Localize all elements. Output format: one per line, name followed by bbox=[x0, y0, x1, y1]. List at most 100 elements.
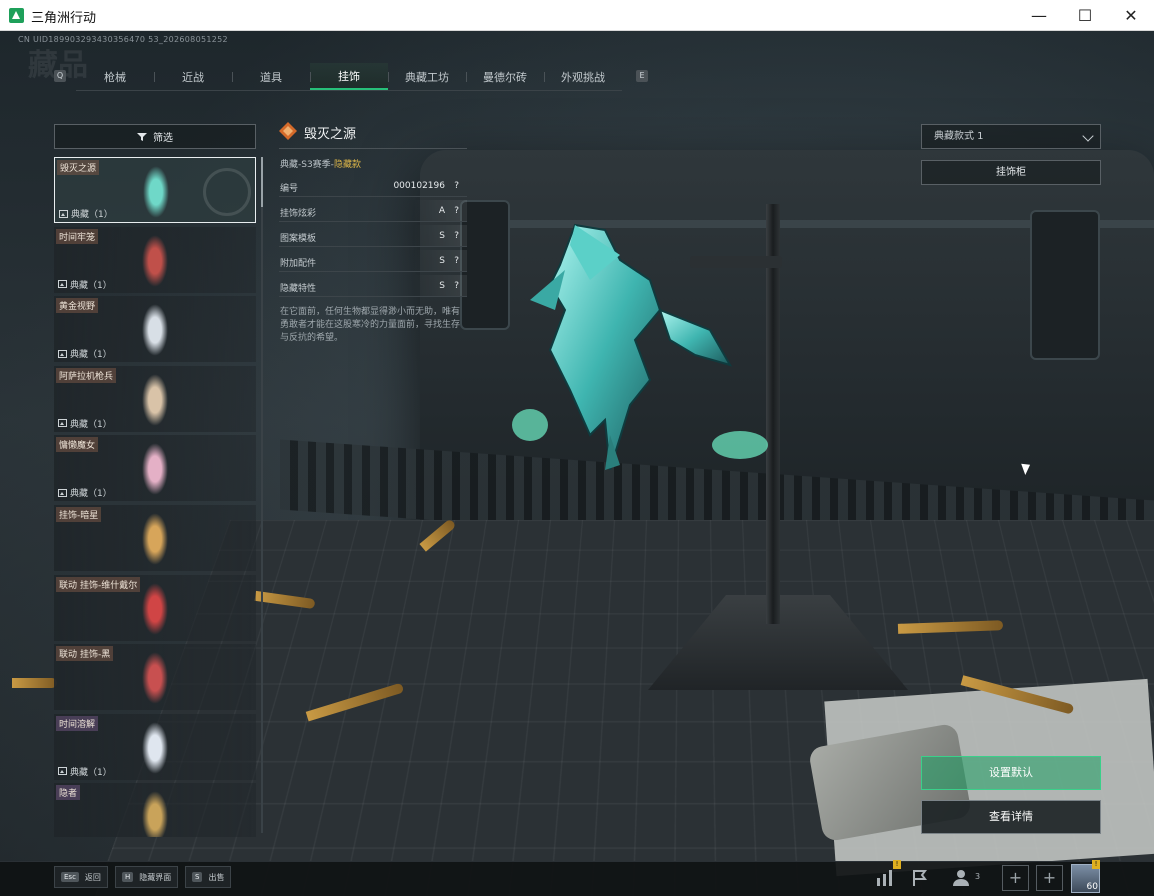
hint-hide-ui[interactable]: H 隐藏界面 bbox=[115, 866, 179, 888]
list-item-name: 黄金视野 bbox=[56, 298, 99, 314]
charm-rack-button[interactable]: 挂饰柜 bbox=[921, 160, 1101, 185]
item-subtitle: 典藏-S3赛季-隐藏款 bbox=[280, 157, 361, 170]
category-tabs: 枪械 近战 道具 挂饰 典藏工坊 曼德尔砖 外观挑战 bbox=[76, 63, 622, 91]
attribute-row: 附加配件 S? bbox=[279, 250, 467, 272]
hint-label: 出售 bbox=[208, 872, 225, 882]
help-icon[interactable]: ? bbox=[454, 206, 459, 216]
list-item-label: 隐者 bbox=[59, 789, 78, 800]
charm-thumbnail bbox=[142, 304, 168, 357]
help-icon[interactable]: ? bbox=[454, 231, 459, 241]
attribute-row: 挂饰炫彩 A? bbox=[279, 200, 467, 222]
hint-key: S bbox=[192, 872, 203, 882]
list-item-name: 慵懒魔女 bbox=[56, 437, 99, 453]
list-item[interactable]: 时间牢笼典藏（1） bbox=[54, 226, 256, 293]
help-icon[interactable]: ? bbox=[454, 181, 459, 191]
attribute-value: 000102196 bbox=[393, 181, 445, 191]
attribute-label: 隐藏特性 bbox=[280, 284, 317, 294]
window-title: 三角洲行动 bbox=[31, 11, 97, 26]
set-default-button[interactable]: 设置默认 bbox=[921, 756, 1101, 790]
friends-icon[interactable] bbox=[952, 868, 974, 888]
list-item[interactable]: 慵懒魔女典藏（1） bbox=[54, 435, 256, 502]
tab-charms[interactable]: 挂饰 bbox=[310, 63, 388, 90]
help-icon[interactable]: ? bbox=[454, 281, 459, 291]
tab-melee[interactable]: 近战 bbox=[154, 63, 232, 90]
next-tab-key[interactable]: E bbox=[636, 70, 648, 82]
stats-chart-icon[interactable] bbox=[873, 868, 895, 888]
invite-slot-2[interactable]: + bbox=[1036, 865, 1063, 891]
attribute-value: A bbox=[438, 206, 445, 216]
attribute-row: 隐藏特性 S? bbox=[279, 275, 467, 297]
filter-icon bbox=[137, 132, 147, 141]
list-item[interactable]: 时间溶解 典藏（1） bbox=[54, 713, 256, 780]
charm-thumbnail bbox=[142, 721, 168, 774]
list-item-label: 挂饰-暗星 bbox=[59, 510, 99, 521]
count-label: 典藏（1） bbox=[70, 419, 112, 430]
tab-appearance-challenge[interactable]: 外观挑战 bbox=[544, 63, 622, 90]
app-logo-icon bbox=[9, 8, 24, 23]
list-item[interactable]: 联动 挂饰-维什戴尔 bbox=[54, 574, 256, 641]
charm-thumbnail bbox=[142, 582, 168, 635]
list-item-name: 时间牢笼 bbox=[56, 228, 99, 244]
list-item[interactable]: 阿萨拉机枪兵典藏（1） bbox=[54, 365, 256, 432]
attribute-row: 编号 000102196? bbox=[279, 175, 467, 197]
tab-firearms[interactable]: 枪械 bbox=[76, 63, 154, 90]
list-item-label: 时间牢笼 bbox=[59, 232, 96, 243]
collection-rarity-icon bbox=[279, 122, 297, 140]
image-icon bbox=[58, 280, 67, 289]
image-icon bbox=[59, 209, 68, 218]
charm-thumbnail bbox=[142, 652, 168, 705]
count-label: 典藏（1） bbox=[71, 210, 113, 220]
list-item[interactable]: 挂饰-暗星 bbox=[54, 504, 256, 571]
image-icon bbox=[58, 767, 67, 776]
hint-label: 返回 bbox=[84, 872, 101, 882]
tab-mandel-brick[interactable]: 曼德尔砖 bbox=[466, 63, 544, 90]
item-description: 在它面前，任何生物都显得渺小而无助，唯有勇敢者才能在这股寒冷的力量面前，寻找生存… bbox=[280, 307, 461, 343]
list-scrollbar-thumb[interactable] bbox=[261, 157, 263, 207]
item-title: 毁灭之源 bbox=[304, 127, 357, 142]
collab-tag: 联动 bbox=[59, 580, 78, 591]
list-scrollbar[interactable] bbox=[261, 157, 263, 833]
filter-button[interactable]: 筛选 bbox=[54, 124, 256, 149]
list-item-name: 挂饰-暗星 bbox=[56, 506, 102, 522]
list-item-name: 隐者 bbox=[56, 785, 81, 801]
title-divider bbox=[279, 148, 467, 149]
attribute-label: 挂饰炫彩 bbox=[280, 209, 317, 219]
charm-thumbnail bbox=[143, 166, 169, 218]
list-item-name: 时间溶解 bbox=[56, 715, 99, 731]
list-item[interactable]: 黄金视野典藏（1） bbox=[54, 296, 256, 363]
pendant-dragon-model bbox=[512, 223, 768, 470]
minimize-button[interactable]: — bbox=[1016, 0, 1062, 31]
chevron-down-icon bbox=[1082, 130, 1094, 142]
flag-icon[interactable] bbox=[909, 868, 931, 888]
tab-items[interactable]: 道具 bbox=[232, 63, 310, 90]
help-icon[interactable]: ? bbox=[454, 256, 459, 266]
style-dropdown-value: 典藏款式 1 bbox=[934, 131, 984, 142]
invite-slot-1[interactable]: + bbox=[1002, 865, 1029, 891]
maximize-button[interactable]: ☐ bbox=[1062, 0, 1108, 31]
hint-sell[interactable]: S 出售 bbox=[185, 866, 232, 888]
close-button[interactable]: ✕ bbox=[1108, 0, 1154, 31]
charm-thumbnail bbox=[142, 373, 168, 426]
crate-latch-left bbox=[460, 200, 510, 330]
list-item[interactable]: 毁灭之源典藏（1） bbox=[54, 157, 256, 223]
tab-collection-workshop[interactable]: 典藏工坊 bbox=[388, 63, 466, 90]
style-dropdown[interactable]: 典藏款式 1 bbox=[921, 124, 1101, 149]
bullet bbox=[12, 678, 57, 688]
list-item-label: 阿萨拉机枪兵 bbox=[59, 371, 114, 382]
hint-back[interactable]: Esc 返回 bbox=[54, 866, 108, 888]
count-label: 典藏（1） bbox=[70, 489, 112, 500]
avatar-badge: ! bbox=[1092, 860, 1100, 869]
count-label: 典藏（1） bbox=[70, 280, 112, 291]
list-item-count: 典藏（1） bbox=[58, 347, 112, 360]
view-details-button[interactable]: 查看详情 bbox=[921, 800, 1101, 834]
list-item-label: 挂饰-黑 bbox=[80, 650, 111, 661]
list-item[interactable]: 联动 挂饰-黑 bbox=[54, 644, 256, 711]
list-item[interactable]: 隐者 bbox=[54, 783, 256, 837]
charm-thumbnail bbox=[142, 791, 168, 837]
hint-label: 隐藏界面 bbox=[139, 872, 172, 882]
attribute-value: S bbox=[439, 281, 445, 291]
list-item-label: 毁灭之源 bbox=[60, 164, 97, 174]
rarity-label: 隐藏款 bbox=[333, 160, 361, 170]
friend-count: 3 bbox=[975, 872, 981, 881]
prev-tab-key[interactable]: Q bbox=[54, 70, 66, 82]
